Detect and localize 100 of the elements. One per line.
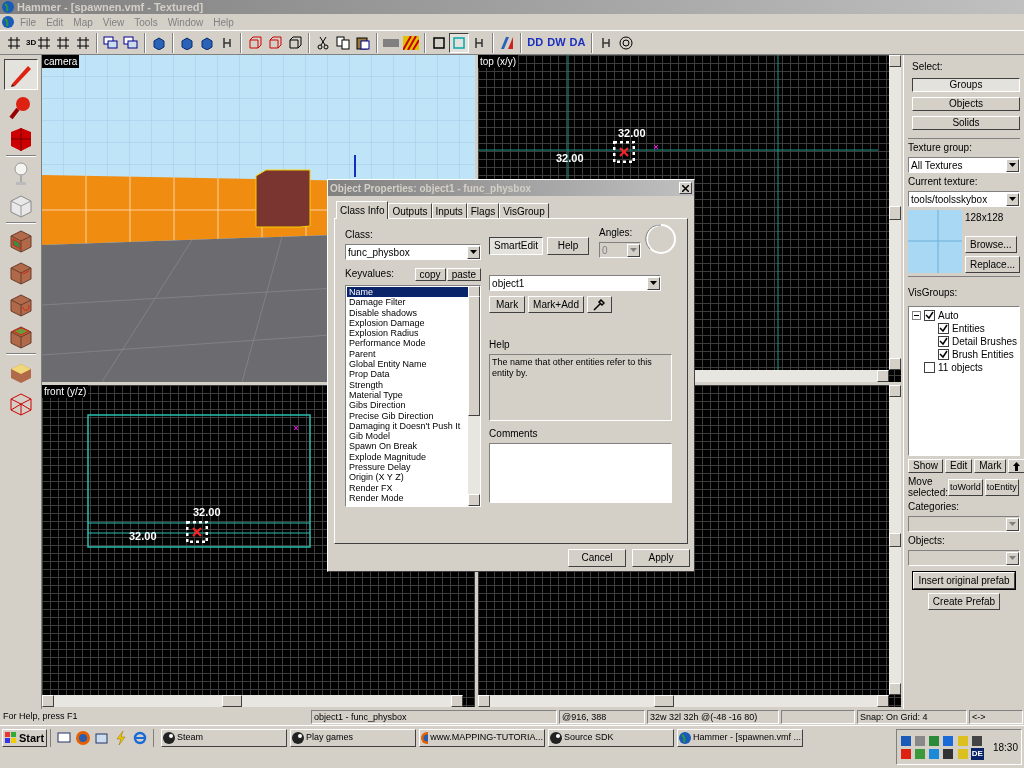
mark-button[interactable]: Mark	[489, 296, 526, 313]
list-item[interactable]: Explode Magnitude	[347, 451, 469, 463]
scrollbar[interactable]	[889, 55, 901, 370]
dialog-button[interactable]: Apply	[632, 549, 690, 567]
split-shape-icon	[500, 35, 515, 50]
tab[interactable]: Flags	[466, 203, 500, 218]
list-item[interactable]: Render Mode	[347, 492, 469, 504]
select-mode-button[interactable]: Groups	[912, 78, 1020, 92]
list-item[interactable]: Render FX	[347, 482, 469, 493]
checkbox[interactable]	[938, 336, 949, 347]
texture-group-dropdown[interactable]: All Textures	[908, 157, 1020, 173]
visgroup-button[interactable]: Mark	[974, 459, 1007, 473]
list-item[interactable]: Explosion Damage	[347, 317, 469, 329]
start-button[interactable]: Start	[2, 729, 48, 747]
viewport-label: camera	[42, 55, 80, 68]
list-item[interactable]: Gib Model	[347, 431, 469, 442]
move-up-button[interactable]	[1008, 459, 1024, 473]
categories-dropdown[interactable]	[908, 516, 1020, 532]
tab[interactable]: Outputs	[388, 203, 432, 218]
status-pane: Snap: On Grid: 4	[857, 710, 967, 724]
current-texture-dropdown[interactable]: tools/toolsskybox	[908, 191, 1020, 207]
texture-preview-drawing	[908, 210, 962, 273]
toolbar-button[interactable]: DW	[545, 32, 568, 53]
move-button[interactable]: toEntity	[984, 478, 1019, 496]
scrollbar[interactable]	[889, 385, 901, 695]
tree-item[interactable]: Brush Entities	[952, 347, 1014, 362]
smartedit-button[interactable]: SmartEdit	[489, 237, 543, 255]
tree-toggle[interactable]	[912, 311, 921, 320]
tab[interactable]: VisGroup	[499, 203, 549, 218]
toolbar-button[interactable]: 3D	[24, 32, 54, 53]
checkbox[interactable]	[924, 310, 935, 321]
tray-icon[interactable]	[970, 734, 983, 747]
toolbar-button[interactable]: DA	[567, 32, 588, 53]
taskbar-button[interactable]: Source SDK	[548, 729, 675, 747]
tab[interactable]: Inputs	[431, 203, 467, 218]
tab[interactable]: Class Info	[336, 201, 389, 219]
list-item[interactable]: Precise Gib Direction	[347, 410, 469, 421]
field-label: Angles:	[599, 226, 634, 240]
scrollbar[interactable]	[468, 286, 481, 506]
replace-button[interactable]: Replace...	[964, 256, 1020, 273]
tree-item[interactable]: Entities	[952, 321, 985, 336]
list-item[interactable]: Global Entity Name	[347, 359, 469, 370]
list-item[interactable]: Material Type	[347, 389, 469, 401]
list-item[interactable]: Origin (X Y Z)	[347, 472, 469, 483]
language-indicator[interactable]: DE	[970, 747, 984, 760]
list-item[interactable]: Strength	[347, 379, 469, 390]
taskbar-button[interactable]: Hammer - [spawnen.vmf ...	[677, 729, 804, 747]
dialog-button[interactable]: Cancel	[568, 549, 626, 567]
list-item[interactable]: Prop Data	[347, 369, 469, 380]
list-item[interactable]: Spawn On Break	[347, 441, 469, 452]
tray-icon[interactable]	[942, 747, 955, 760]
list-item[interactable]: Name	[347, 287, 469, 298]
cube-icon	[180, 35, 195, 50]
field-label: Current texture:	[908, 176, 979, 188]
mark-add-button[interactable]: Mark+Add	[528, 296, 584, 313]
taskbar-button[interactable]: Steam	[161, 729, 288, 747]
paste-button[interactable]: paste	[446, 268, 482, 281]
field-label: Categories:	[908, 501, 961, 513]
visgroup-button[interactable]: Edit	[945, 459, 973, 473]
toolbar-button[interactable]: DD	[525, 32, 546, 53]
desktop-icon	[57, 731, 72, 745]
list-item[interactable]: Damage Filter	[347, 297, 469, 308]
visgroup-button[interactable]: Show	[908, 459, 943, 473]
list-item[interactable]: Performance Mode	[347, 338, 469, 349]
scrollbar[interactable]	[42, 695, 463, 707]
taskbar-button[interactable]: www.MAPPING-TUTORIA...	[419, 729, 546, 747]
select-mode-button[interactable]: Objects	[912, 97, 1020, 111]
list-item[interactable]: Gibs Direction	[347, 400, 469, 411]
checkbox[interactable]	[938, 349, 949, 360]
box-outline-icon	[288, 35, 303, 50]
tree-item[interactable]: Detail Brushes	[952, 334, 1018, 349]
value-dropdown[interactable]: object1	[489, 275, 662, 291]
scrollbar[interactable]	[478, 695, 889, 707]
copy-button[interactable]: copy	[414, 268, 446, 281]
checkbox[interactable]	[938, 323, 949, 334]
move-button[interactable]: toWorld	[948, 478, 983, 496]
prefab-button[interactable]: Create Prefab	[927, 593, 1001, 610]
tool-button[interactable]	[3, 59, 38, 90]
list-item[interactable]: Explosion Radius	[347, 328, 469, 339]
help-button[interactable]: Help	[547, 237, 589, 255]
eyedropper-button[interactable]	[586, 296, 612, 313]
close-button[interactable]	[679, 182, 692, 194]
list-item[interactable]: Damaging it Doesn't Push It	[347, 420, 469, 432]
list-item[interactable]: Pressure Delay	[347, 462, 469, 473]
toolbar-button[interactable]	[449, 32, 470, 53]
class-dropdown[interactable]: func_physbox	[345, 244, 482, 260]
list-item[interactable]: Parent	[347, 348, 469, 360]
tree-item[interactable]: Auto	[938, 308, 959, 323]
dialog-title: Object Properties: object1 - func_physbox	[330, 181, 532, 196]
prefab-button[interactable]: Insert original prefab	[913, 572, 1015, 589]
tree-item[interactable]: 11 objects	[938, 360, 983, 375]
checkbox[interactable]	[924, 362, 935, 373]
objects-dropdown[interactable]	[908, 550, 1020, 566]
list-item[interactable]: Disable shadows	[347, 307, 469, 318]
select-mode-button[interactable]: Solids	[912, 116, 1020, 130]
taskbar-button[interactable]: Play games	[290, 729, 417, 747]
status-pane: 32w 32l 32h @(-48 -16 80)	[647, 710, 779, 724]
browse-button[interactable]: Browse...	[964, 236, 1017, 253]
comments-field[interactable]	[489, 443, 673, 503]
tray-icon[interactable]	[900, 734, 912, 747]
